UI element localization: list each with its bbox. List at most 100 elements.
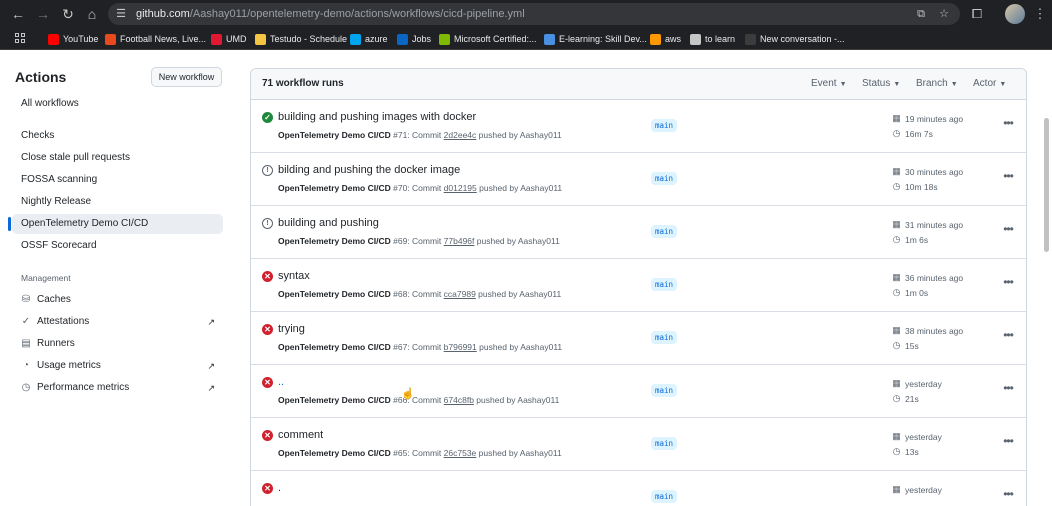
commit-sha-link[interactable]: 26c753e xyxy=(444,448,477,458)
bookmark-4[interactable]: azure xyxy=(350,31,388,47)
sidebar-item-checks[interactable]: Checks xyxy=(12,126,223,146)
run-title-link[interactable]: syntax xyxy=(278,270,310,282)
kebab-menu-icon[interactable]: ••• xyxy=(999,169,1017,183)
workflow-run-row[interactable]: ✕.. OpenTelemetry Demo CI/CD #66: Commit … xyxy=(251,365,1026,418)
bookmark-label: Jobs xyxy=(412,34,432,44)
management-heading: Management xyxy=(21,273,71,283)
sidebar-item-close-stale-prs[interactable]: Close stale pull requests xyxy=(12,148,223,168)
commit-sha-link[interactable]: d012195 xyxy=(444,183,477,193)
sidebar-item-attestations[interactable]: ✓ Attestations ↗ xyxy=(20,313,220,331)
branch-badge[interactable]: main xyxy=(651,490,678,503)
bookmark-3[interactable]: Testudo - Schedule xyxy=(255,31,347,47)
branch-badge[interactable]: main xyxy=(651,172,678,185)
site-info-icon[interactable]: ☰ xyxy=(114,7,128,21)
bookmark-1[interactable]: Football News, Live... xyxy=(105,31,206,47)
workflow-run-row[interactable]: ✕ trying OpenTelemetry Demo CI/CD #67: Com… xyxy=(251,312,1026,365)
apps-grid-icon[interactable] xyxy=(15,33,27,45)
commit-sha-link[interactable]: b796991 xyxy=(444,342,477,352)
actor-filter[interactable]: Actor ▼ xyxy=(973,78,1006,89)
branch-badge[interactable]: main xyxy=(651,278,678,291)
workflow-run-row[interactable]: ! bilding and pushing the docker image Ope… xyxy=(251,153,1026,206)
sidebar-item-ossf-scorecard[interactable]: OSSF Scorecard xyxy=(12,236,223,256)
profile-avatar[interactable] xyxy=(1005,4,1025,24)
bookmark-6[interactable]: Microsoft Certified:... xyxy=(439,31,537,47)
kebab-menu-icon[interactable]: ••• xyxy=(999,328,1017,342)
kebab-menu-icon[interactable]: ••• xyxy=(999,275,1017,289)
back-arrow-icon[interactable]: ← xyxy=(8,4,28,24)
browser-menu-icon[interactable]: ⋮ xyxy=(1030,4,1050,24)
sidebar-item-usage-metrics[interactable]: ◔ Usage metrics ↗ xyxy=(20,357,220,375)
workflow-run-row[interactable]: ! building and pushing OpenTelemetry Demo … xyxy=(251,206,1026,259)
graph-icon: ◔ xyxy=(22,360,30,371)
sidebar-item-all-workflows[interactable]: All workflows xyxy=(12,94,223,114)
branch-filter[interactable]: Branch ▼ xyxy=(916,78,958,89)
kebab-menu-icon[interactable]: ••• xyxy=(999,116,1017,130)
workflow-run-row[interactable]: ✓ building and pushing images with docker… xyxy=(251,100,1026,153)
branch-badge[interactable]: main xyxy=(651,331,678,344)
sidebar-item-fossa-scanning[interactable]: FOSSA scanning xyxy=(12,170,223,190)
branch-badge[interactable]: main xyxy=(651,119,678,132)
sidebar-item-runners[interactable]: ▤ Runners xyxy=(20,335,220,353)
sidebar-item-performance-metrics[interactable]: ◷ Performance metrics ↗ xyxy=(20,379,220,397)
forward-arrow-icon[interactable]: → xyxy=(33,4,53,24)
run-title-link[interactable]: .. xyxy=(278,376,284,388)
bookmark-9[interactable]: to learn xyxy=(690,31,735,47)
extensions-icon[interactable]: ⧠ xyxy=(967,4,987,24)
bookmark-8[interactable]: aws xyxy=(650,31,681,47)
actor-name[interactable]: Aashay011 xyxy=(517,395,559,405)
run-title-link[interactable]: bilding and pushing the docker image xyxy=(278,164,460,176)
bookmark-7[interactable]: E-learning: Skill Dev... xyxy=(544,31,647,47)
run-title-link[interactable]: trying xyxy=(278,323,305,335)
kebab-menu-icon[interactable]: ••• xyxy=(999,487,1017,501)
actor-name[interactable]: Aashay011 xyxy=(520,448,562,458)
calendar-icon: ▦ xyxy=(892,431,901,441)
commit-sha-link[interactable]: 77b496f xyxy=(444,236,475,246)
status-filter[interactable]: Status ▼ xyxy=(862,78,900,89)
run-title-link[interactable]: . xyxy=(278,482,281,494)
workflow-run-row[interactable]: ✕ syntax OpenTelemetry Demo CI/CD #68: Com… xyxy=(251,259,1026,312)
install-app-icon[interactable]: ⧉ xyxy=(914,7,928,21)
bookmark-5[interactable]: Jobs xyxy=(397,31,431,47)
workflow-run-row[interactable]: ✕. main ▦ yesterday ••• xyxy=(251,471,1026,506)
pushed-by-label: pushed by xyxy=(474,236,518,246)
bookmark-star-icon[interactable]: ☆ xyxy=(937,7,951,21)
page-scrollbar[interactable] xyxy=(1044,118,1049,252)
commit-sha-link[interactable]: 2d2ee4c xyxy=(444,130,477,140)
commit-sha-link[interactable]: 674c8fb xyxy=(444,395,474,405)
home-icon[interactable]: ⌂ xyxy=(82,4,102,24)
workflow-run-row[interactable]: ✕ comment OpenTelemetry Demo CI/CD #65: Co… xyxy=(251,418,1026,471)
run-title-link[interactable]: building and pushing images with docker xyxy=(278,111,476,123)
kebab-menu-icon[interactable]: ••• xyxy=(999,381,1017,395)
bookmark-0[interactable]: YouTube xyxy=(48,31,98,47)
address-bar[interactable]: ☰ github.com/Aashay011/opentelemetry-dem… xyxy=(108,3,960,25)
sidebar-item-opentelemetry-demo-cicd[interactable]: OpenTelemetry Demo CI/CD xyxy=(8,214,223,234)
external-link-icon: ↗ xyxy=(207,383,215,393)
kebab-menu-icon[interactable]: ••• xyxy=(999,434,1017,448)
stopwatch-icon: ◷ xyxy=(892,287,901,297)
event-filter[interactable]: Event ▼ xyxy=(811,78,847,89)
actor-name[interactable]: Aashay011 xyxy=(518,236,560,246)
url-text[interactable]: github.com/Aashay011/opentelemetry-demo/… xyxy=(136,7,525,21)
folder-icon xyxy=(690,33,701,45)
actor-name[interactable]: Aashay011 xyxy=(519,289,561,299)
aws-icon xyxy=(650,33,661,45)
run-title-link[interactable]: comment xyxy=(278,429,323,441)
sidebar-item-caches[interactable]: ⛁ Caches xyxy=(20,291,220,309)
actor-name[interactable]: Aashay011 xyxy=(520,342,562,352)
commit-sha-link[interactable]: cca7989 xyxy=(444,289,476,299)
bookmark-2[interactable]: UMD xyxy=(211,31,247,47)
branch-badge[interactable]: main xyxy=(651,437,678,450)
actor-name[interactable]: Aashay011 xyxy=(520,130,562,140)
kebab-menu-icon[interactable]: ••• xyxy=(999,222,1017,236)
branch-badge[interactable]: main xyxy=(651,384,678,397)
branch-badge[interactable]: main xyxy=(651,225,678,238)
sidebar-item-nightly-release[interactable]: Nightly Release xyxy=(12,192,223,212)
new-workflow-button[interactable]: New workflow xyxy=(151,67,222,87)
run-title-link[interactable]: building and pushing xyxy=(278,217,379,229)
bookmark-label: YouTube xyxy=(63,34,99,44)
actor-name[interactable]: Aashay011 xyxy=(520,183,562,193)
bookmark-10[interactable]: New conversation -... xyxy=(745,31,845,47)
umd-icon xyxy=(211,33,222,45)
reload-icon[interactable]: ↻ xyxy=(58,4,78,24)
pushed-by-label: pushed by xyxy=(476,183,521,193)
